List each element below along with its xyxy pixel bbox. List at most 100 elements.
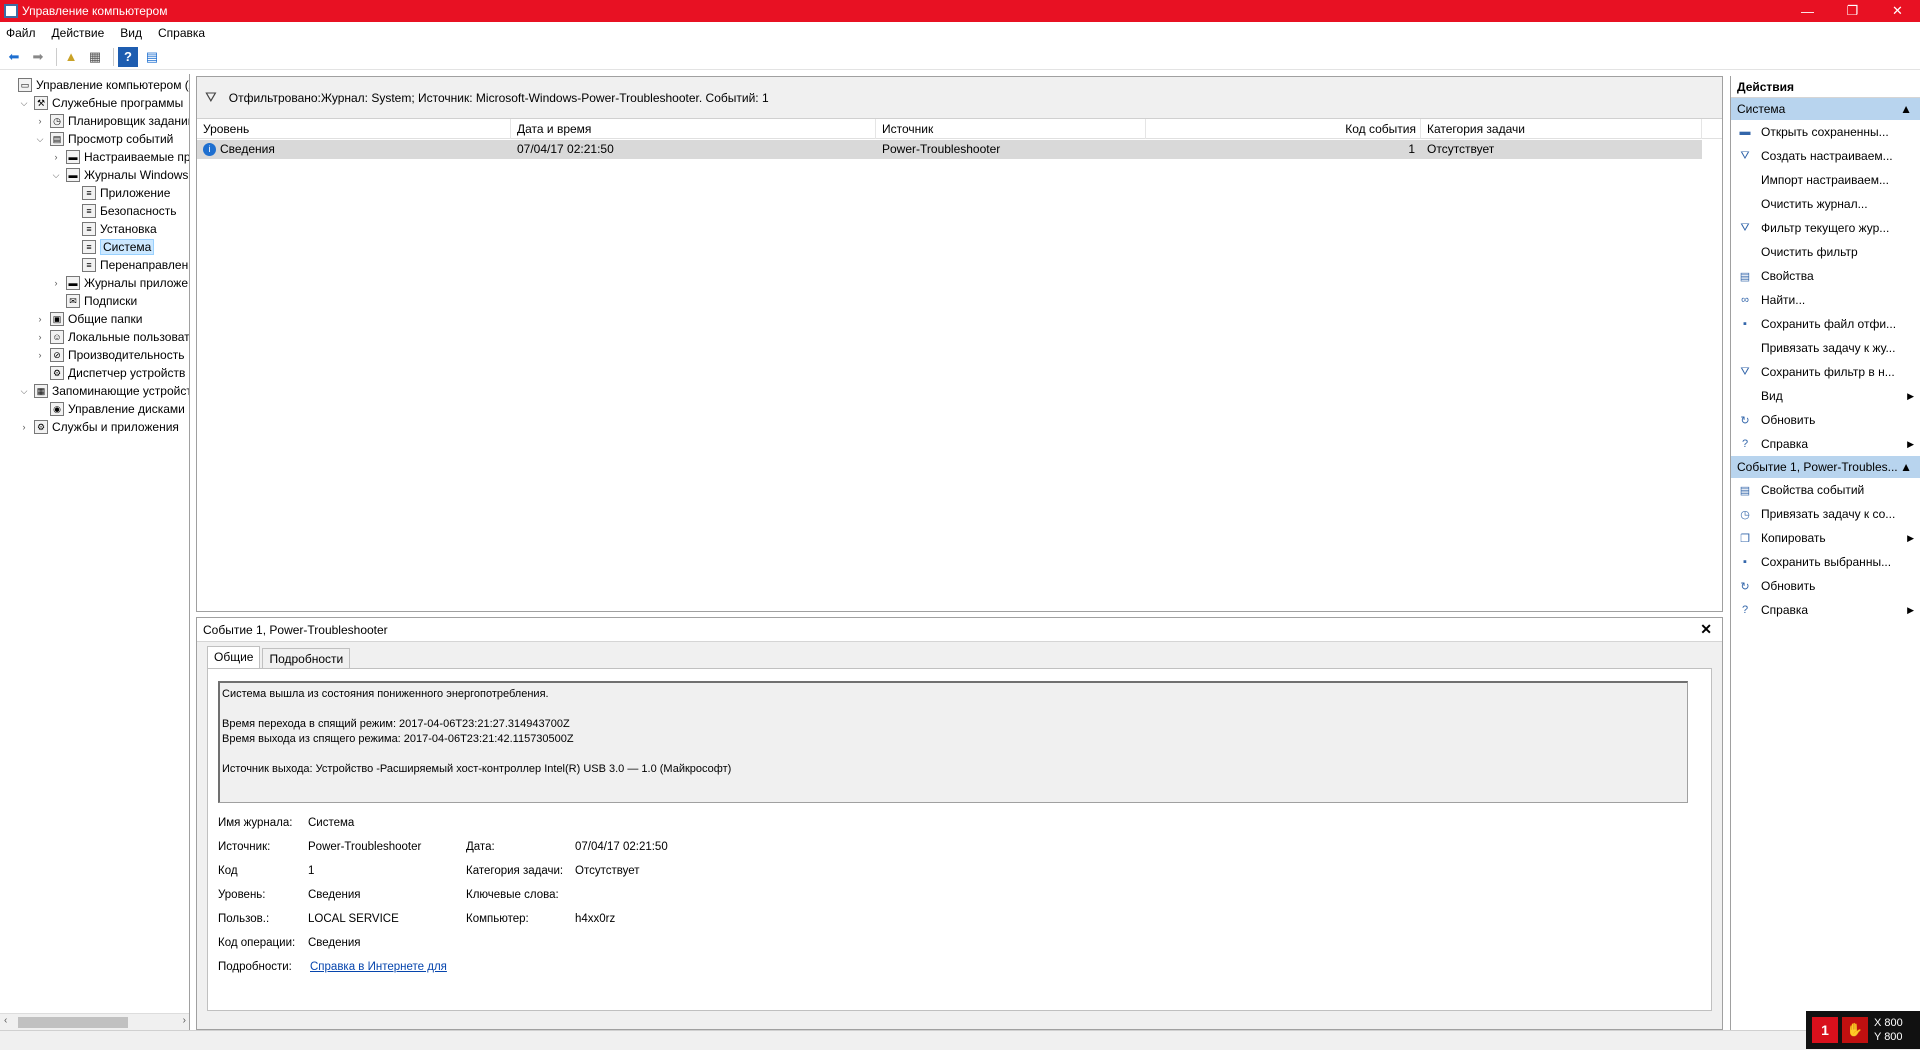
expand-icon[interactable]: › xyxy=(34,332,46,342)
collapse-icon[interactable]: ⌵ xyxy=(18,98,30,109)
action-item[interactable]: ∞ Найти... xyxy=(1731,288,1920,312)
tree-item[interactable]: ✉ Подписки xyxy=(50,292,137,310)
tree-item[interactable]: ▭ Управление компьютером (л xyxy=(2,76,189,94)
action-item[interactable]: ▤ Свойства событий xyxy=(1731,478,1920,502)
online-help-link[interactable]: Справка в Интернете для xyxy=(310,961,447,973)
tree-item[interactable]: › ▬ Настраиваемые пр xyxy=(50,148,189,166)
date-label: Дата: xyxy=(466,841,495,853)
tree-item[interactable]: ◉ Управление дисками xyxy=(34,400,185,418)
forward-arrow-icon[interactable]: ➡ xyxy=(28,47,48,67)
action-item[interactable]: Импорт настраиваем... xyxy=(1731,168,1920,192)
action-item[interactable]: ↻ Обновить xyxy=(1731,408,1920,432)
attach-task-icon: ◷ xyxy=(1740,508,1750,521)
action-item[interactable]: ▪ Сохранить выбранны... xyxy=(1731,550,1920,574)
minimize-button[interactable]: — xyxy=(1785,0,1830,22)
expand-icon[interactable]: › xyxy=(34,314,46,324)
action-item[interactable]: ▬ Открыть сохраненны... xyxy=(1731,120,1920,144)
menu-file[interactable]: Файл xyxy=(6,26,36,40)
action-pane-icon[interactable]: ▤ xyxy=(142,47,162,67)
column-header-source[interactable]: Источник xyxy=(876,119,1146,139)
tree-item[interactable]: ≡ Установка xyxy=(66,220,157,238)
filter-create-icon: ⛛ xyxy=(1740,149,1750,162)
tab-details[interactable]: Подробности xyxy=(262,648,351,668)
action-item-label: Фильтр текущего жур... xyxy=(1761,221,1890,235)
tree-item[interactable]: ≡ Безопасность xyxy=(66,202,177,220)
action-item[interactable]: Вид ▶ xyxy=(1731,384,1920,408)
details-label: Подробности: xyxy=(218,961,292,973)
up-folder-icon[interactable]: ▲ xyxy=(61,47,81,67)
action-item[interactable]: ⛛ Фильтр текущего жур... xyxy=(1731,216,1920,240)
action-item[interactable]: ▪ Сохранить файл отфи... xyxy=(1731,312,1920,336)
back-arrow-icon[interactable]: ⬅ xyxy=(4,47,24,67)
tree-item[interactable]: › ▬ Журналы приложе xyxy=(50,274,188,292)
action-item[interactable]: ❐ Копировать ▶ xyxy=(1731,526,1920,550)
action-item[interactable]: Привязать задачу к жу... xyxy=(1731,336,1920,360)
scroll-right-icon[interactable]: › xyxy=(183,1015,186,1026)
tree-item[interactable]: ⌵ ▦ Запоминающие устройст xyxy=(18,382,189,400)
collapse-icon[interactable]: ▲ xyxy=(1900,98,1912,120)
column-header-task-category[interactable]: Категория задачи xyxy=(1421,119,1702,139)
collapse-icon[interactable]: ⌵ xyxy=(50,170,62,181)
action-item[interactable]: ⛛ Сохранить фильтр в н... xyxy=(1731,360,1920,384)
column-header-datetime[interactable]: Дата и время xyxy=(511,119,876,139)
menu-help[interactable]: Справка xyxy=(158,26,205,40)
menu-action[interactable]: Действие xyxy=(52,26,105,40)
refresh-icon: ↻ xyxy=(1740,414,1750,427)
expand-icon[interactable]: › xyxy=(50,152,62,162)
tree-item[interactable]: ⌵ ▬ Журналы Windows xyxy=(50,166,188,184)
tree-item[interactable]: ≡ Система xyxy=(66,238,155,256)
action-item[interactable]: ⛛ Создать настраиваем... xyxy=(1731,144,1920,168)
expand-icon[interactable]: › xyxy=(18,422,30,432)
tree-item[interactable]: ≡ Перенаправлен xyxy=(66,256,188,274)
disk-icon: ◉ xyxy=(50,402,64,416)
tree-item[interactable]: › ▣ Общие папки xyxy=(34,310,142,328)
menu-view[interactable]: Вид xyxy=(120,26,142,40)
scroll-left-icon[interactable]: ‹ xyxy=(4,1015,7,1026)
scroll-thumb[interactable] xyxy=(18,1017,128,1028)
collapse-icon[interactable]: ⌵ xyxy=(18,386,30,397)
action-item[interactable]: Очистить журнал... xyxy=(1731,192,1920,216)
actions-section-system[interactable]: Система ▲ xyxy=(1731,98,1920,120)
help-icon: ? xyxy=(1741,438,1749,450)
restore-button[interactable]: ❐ xyxy=(1830,0,1875,22)
tree-item-label: Безопасность xyxy=(100,204,177,218)
expand-icon[interactable]: › xyxy=(34,350,46,360)
event-message[interactable]: Система вышла из состояния пониженного э… xyxy=(218,681,1688,803)
tree-item[interactable]: › ⊘ Производительность xyxy=(34,346,184,364)
collapse-icon[interactable]: ⌵ xyxy=(34,134,46,145)
open-icon: ▬ xyxy=(1739,126,1751,138)
table-row[interactable]: i Сведения 07/04/17 02:21:50 Power-Troubl… xyxy=(197,140,1702,159)
detail-header: Событие 1, Power-Troubleshooter ✕ xyxy=(197,618,1722,642)
column-header-event-code[interactable]: Код события xyxy=(1146,119,1421,139)
tree-item[interactable]: › ☺ Локальные пользовате xyxy=(34,328,189,346)
tree-item[interactable]: › ⚙ Службы и приложения xyxy=(18,418,179,436)
tab-general[interactable]: Общие xyxy=(207,646,261,668)
close-button[interactable]: ✕ xyxy=(1875,0,1920,22)
actions-section-event[interactable]: Событие 1, Power-Troubles... ▲ xyxy=(1731,456,1920,478)
action-item[interactable]: ▤ Свойства xyxy=(1731,264,1920,288)
tree-item[interactable]: › ◷ Планировщик заданий xyxy=(34,112,189,130)
action-item[interactable]: Очистить фильтр xyxy=(1731,240,1920,264)
help-icon[interactable]: ? xyxy=(118,46,138,67)
services-icon: ⚙ xyxy=(34,420,48,434)
expand-icon[interactable]: › xyxy=(50,278,62,288)
column-header-level[interactable]: Уровень xyxy=(197,119,511,139)
action-item[interactable]: ◷ Привязать задачу к со... xyxy=(1731,502,1920,526)
close-icon[interactable]: ✕ xyxy=(1700,621,1712,638)
collapse-icon[interactable]: ▲ xyxy=(1900,456,1912,478)
action-item[interactable]: ↻ Обновить xyxy=(1731,574,1920,598)
shared-folders-icon: ▣ xyxy=(50,312,64,326)
action-item[interactable]: ? Справка ▶ xyxy=(1731,598,1920,622)
opcode-label: Код операции: xyxy=(218,937,296,949)
horizontal-scrollbar[interactable]: ‹ › xyxy=(0,1013,189,1030)
tree-item[interactable]: ⌵ ▤ Просмотр событий xyxy=(34,130,173,148)
save-icon: ▪ xyxy=(1743,556,1747,568)
tree-item[interactable]: ⚙ Диспетчер устройств xyxy=(34,364,185,382)
tree-item[interactable]: ≡ Приложение xyxy=(66,184,170,202)
tree-item[interactable]: ⌵ ⚒ Служебные программы xyxy=(18,94,183,112)
tree-item-label: Система xyxy=(100,239,155,255)
expand-icon[interactable]: › xyxy=(34,116,46,126)
filter-icon: ⛛ xyxy=(1740,221,1750,234)
action-item[interactable]: ? Справка ▶ xyxy=(1731,432,1920,456)
show-hide-tree-icon[interactable]: ▦ xyxy=(85,47,105,67)
